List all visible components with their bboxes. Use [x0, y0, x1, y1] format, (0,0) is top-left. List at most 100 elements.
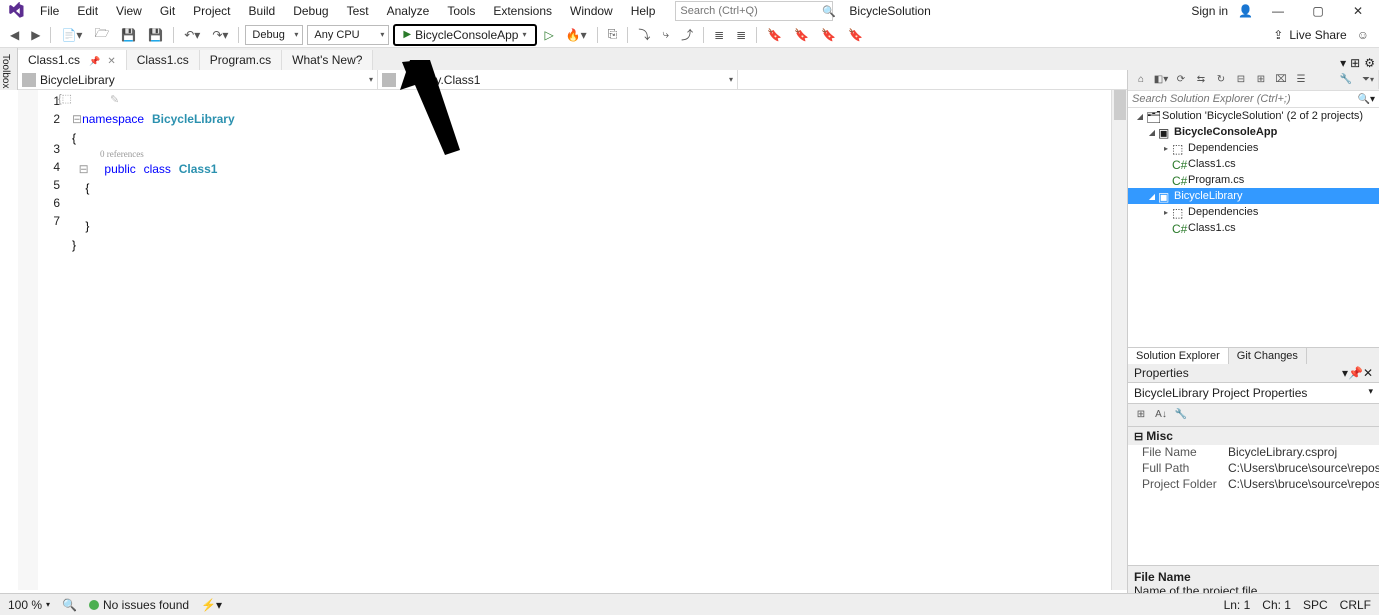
menu-file[interactable]: File — [32, 2, 67, 20]
window-maximize[interactable]: ▢ — [1303, 4, 1333, 18]
menu-build[interactable]: Build — [241, 2, 284, 20]
hot-reload-icon[interactable]: 🔥▾ — [562, 26, 591, 44]
toolbox-tab[interactable]: Toolbox — [0, 48, 18, 90]
code-text[interactable]: ⊟namespace BicycleLibrary { 0 references… — [68, 90, 1111, 590]
solution-tree[interactable]: ◢🗂Solution 'BicycleSolution' (2 of 2 pro… — [1128, 108, 1379, 347]
status-find-icon[interactable]: 🔍 — [62, 598, 77, 612]
redo-icon[interactable]: ↷▾ — [208, 26, 232, 44]
solution-explorer-search[interactable]: 🔍▾ — [1128, 91, 1379, 108]
status-issues[interactable]: No issues found — [89, 598, 189, 612]
window-minimize[interactable]: — — [1263, 4, 1293, 18]
start-wo-debug-icon[interactable]: ▷ — [541, 26, 558, 44]
global-search[interactable]: 🔍 — [675, 1, 833, 21]
window-close[interactable]: ✕ — [1343, 4, 1373, 18]
live-share-button[interactable]: Live Share — [1289, 28, 1346, 42]
bookmark-icon[interactable]: 🔖 — [763, 26, 786, 44]
nav-member-dropdown[interactable] — [738, 70, 1379, 89]
tree-project-library[interactable]: ◢▣BicycleLibrary — [1128, 188, 1379, 204]
bookmark-next-icon[interactable]: 🔖 — [817, 26, 840, 44]
tab-label: Class1.cs — [137, 53, 189, 67]
search-icon: 🔍 — [822, 5, 836, 18]
file-tab-class1-active[interactable]: Class1.cs 📌 ✕ — [18, 50, 127, 70]
prop-row-filename[interactable]: File NameBicycleLibrary.csproj — [1128, 445, 1379, 461]
menu-extensions[interactable]: Extensions — [485, 2, 560, 20]
active-files-icon[interactable]: ⊞ — [1350, 56, 1360, 70]
prop-wrench-icon[interactable]: 🔧 — [1172, 406, 1190, 424]
feedback-icon[interactable]: ☺ — [1353, 26, 1373, 44]
global-search-input[interactable] — [680, 5, 822, 17]
solution-platform-dropdown[interactable]: Any CPU — [307, 25, 389, 45]
nav-class-dropdown[interactable]: brary.Class1 — [378, 70, 738, 89]
undo-icon[interactable]: ↶▾ — [180, 26, 204, 44]
menu-window[interactable]: Window — [562, 2, 621, 20]
bookmark-prev-icon[interactable]: 🔖 — [790, 26, 813, 44]
tab-git-changes[interactable]: Git Changes — [1229, 348, 1307, 364]
menu-git[interactable]: Git — [152, 2, 183, 20]
step-over-icon[interactable]: ⤷ — [658, 25, 673, 44]
properties-grid[interactable]: File NameBicycleLibrary.csproj Full Path… — [1128, 445, 1379, 493]
save-icon[interactable]: 💾 — [117, 26, 140, 44]
pin-icon[interactable]: 📌 — [89, 56, 100, 66]
nav-project-dropdown[interactable]: BicycleLibrary — [18, 70, 378, 89]
status-char[interactable]: Ch: 1 — [1262, 598, 1291, 612]
breakpoint-margin[interactable] — [18, 90, 38, 590]
indent-less-icon[interactable]: ≣ — [710, 26, 728, 44]
save-all-icon[interactable]: 💾 — [144, 26, 167, 44]
status-zoom[interactable]: 100 % ▾ — [8, 598, 50, 612]
tree-project-consoleapp[interactable]: ◢▣BicycleConsoleApp — [1128, 124, 1379, 140]
step-into-icon[interactable]: ⤵ — [634, 24, 654, 45]
menu-view[interactable]: View — [108, 2, 150, 20]
prop-row-fullpath[interactable]: Full PathC:\Users\bruce\source\repos\Bic… — [1128, 461, 1379, 477]
status-spaces[interactable]: SPC — [1303, 598, 1328, 612]
sign-in-link[interactable]: Sign in — [1191, 4, 1228, 18]
menu-help[interactable]: Help — [623, 2, 664, 20]
menu-debug[interactable]: Debug — [285, 2, 336, 20]
menu-analyze[interactable]: Analyze — [379, 2, 438, 20]
tree-dependencies[interactable]: ▸⬚Dependencies — [1128, 140, 1379, 156]
configure-tabs-icon[interactable]: ⚙ — [1364, 56, 1375, 70]
editor-vertical-scrollbar[interactable] — [1111, 90, 1127, 590]
live-share-icon[interactable]: ⇪ — [1273, 28, 1283, 42]
tree-file-class1-lib[interactable]: C#Class1.cs — [1128, 220, 1379, 236]
tab-solution-explorer[interactable]: Solution Explorer — [1128, 348, 1229, 364]
browser-link-icon[interactable]: ⎘ — [604, 25, 622, 44]
file-tab-program[interactable]: Program.cs — [200, 50, 282, 70]
indent-more-icon[interactable]: ≣ — [732, 26, 750, 44]
open-file-icon[interactable]: 🗁 — [90, 22, 113, 47]
menu-tools[interactable]: Tools — [439, 2, 483, 20]
menu-edit[interactable]: Edit — [69, 2, 106, 20]
start-debug-button[interactable]: ▶ BicycleConsoleApp ▾ — [393, 24, 536, 46]
status-lightning-icon[interactable]: ⚡▾ — [201, 598, 222, 612]
file-tab-class1[interactable]: Class1.cs — [127, 50, 200, 70]
solution-config-dropdown[interactable]: Debug — [245, 25, 303, 45]
menu-project[interactable]: Project — [185, 2, 238, 20]
tree-dependencies[interactable]: ▸⬚Dependencies — [1128, 204, 1379, 220]
code-nav-bar: BicycleLibrary brary.Class1 — [18, 70, 1379, 90]
status-crlf[interactable]: CRLF — [1340, 598, 1371, 612]
file-tab-whatsnew[interactable]: What's New? — [282, 50, 373, 70]
tab-overflow-icon[interactable]: ▾ — [1340, 56, 1346, 70]
step-out-icon[interactable]: ⤴ — [677, 24, 697, 45]
panel-pin-icon[interactable]: 📌 — [1348, 366, 1363, 380]
new-project-icon[interactable]: 📄▾ — [57, 26, 86, 44]
properties-object[interactable]: BicycleLibrary Project Properties ▾ — [1128, 383, 1379, 404]
panel-close-icon[interactable]: ✕ — [1363, 366, 1373, 380]
main-toolbar: ◀ ▶ 📄▾ 🗁 💾 💾 ↶▾ ↷▾ Debug Any CPU ▶ Bicyc… — [0, 22, 1379, 48]
close-tab-icon[interactable]: ✕ — [107, 56, 115, 67]
solution-explorer-search-input[interactable] — [1132, 93, 1358, 105]
properties-category-misc[interactable]: ⊟ Misc — [1128, 427, 1379, 445]
codelens-references[interactable]: 0 references — [100, 148, 1111, 160]
status-line[interactable]: Ln: 1 — [1224, 598, 1251, 612]
menu-test[interactable]: Test — [339, 2, 377, 20]
tree-file-class1[interactable]: C#Class1.cs — [1128, 156, 1379, 172]
tree-file-program[interactable]: C#Program.cs — [1128, 172, 1379, 188]
bookmark-clear-icon[interactable]: 🔖 — [844, 26, 867, 44]
nav-back-icon[interactable]: ◀ — [6, 26, 23, 44]
code-editor[interactable]: {⬚ 12 34 56 7 ✎ ⊟namespace BicycleLibrar… — [18, 90, 1127, 590]
account-icon[interactable]: 👤 — [1238, 4, 1253, 18]
prop-alphabetical-icon[interactable]: A↓ — [1152, 406, 1170, 424]
tree-solution-node[interactable]: ◢🗂Solution 'BicycleSolution' (2 of 2 pro… — [1128, 108, 1379, 124]
prop-row-projectfolder[interactable]: Project FolderC:\Users\bruce\source\repo… — [1128, 477, 1379, 493]
prop-categorized-icon[interactable]: ⊞ — [1132, 406, 1150, 424]
nav-fwd-icon[interactable]: ▶ — [27, 26, 44, 44]
